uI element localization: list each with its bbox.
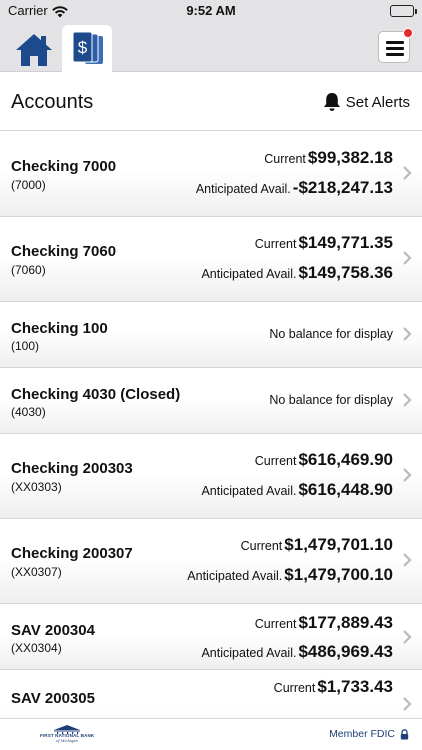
anticipated-balance: Anticipated Avail. $1,479,700.10 bbox=[187, 565, 393, 585]
anticipated-value: -$218,247.13 bbox=[292, 178, 393, 197]
current-value: $616,469.90 bbox=[298, 450, 393, 469]
account-number: (4030) bbox=[11, 405, 46, 419]
account-name: Checking 7060 bbox=[11, 243, 117, 260]
anticipated-value: $616,448.90 bbox=[298, 480, 393, 499]
member-fdic: Member FDIC bbox=[329, 728, 409, 740]
no-balance-message: No balance for display bbox=[269, 327, 393, 341]
set-alerts-button[interactable]: Set Alerts bbox=[323, 92, 410, 112]
account-number: (7060) bbox=[11, 263, 46, 277]
account-number: (100) bbox=[11, 339, 40, 353]
anticipated-balance: Anticipated Avail. $486,969.43 bbox=[201, 642, 393, 662]
current-balance: Current $99,382.18 bbox=[264, 148, 393, 168]
anticipated-label: Anticipated Avail. bbox=[201, 267, 297, 281]
current-label: Current bbox=[254, 454, 297, 468]
current-label: Current bbox=[254, 237, 297, 251]
footer: FIRST NATIONAL BANK of Michigan Member F… bbox=[0, 718, 422, 750]
nav-bar: $ bbox=[0, 22, 422, 73]
hamburger-menu-icon bbox=[386, 41, 404, 44]
lock-icon bbox=[400, 728, 409, 739]
chevron-right-icon bbox=[403, 630, 412, 644]
no-balance-message: No balance for display bbox=[269, 393, 393, 407]
current-label: Current bbox=[240, 539, 283, 553]
anticipated-label: Anticipated Avail. bbox=[187, 569, 283, 583]
chevron-right-icon bbox=[403, 327, 412, 341]
anticipated-value: $486,969.43 bbox=[298, 642, 393, 661]
home-icon bbox=[16, 34, 52, 66]
account-row[interactable]: Checking 4030 (Closed) (4030) No balance… bbox=[0, 368, 422, 434]
anticipated-balance: Anticipated Avail. $616,448.90 bbox=[201, 480, 393, 500]
anticipated-label: Anticipated Avail. bbox=[201, 484, 297, 498]
current-value: $177,889.43 bbox=[298, 613, 393, 632]
account-name: Checking 200303 bbox=[11, 460, 133, 477]
page-title: Accounts bbox=[11, 91, 94, 113]
account-row[interactable]: Checking 7000 (7000) Current $99,382.18 … bbox=[0, 132, 422, 217]
account-list: Checking 7000 (7000) Current $99,382.18 … bbox=[0, 132, 422, 718]
bank-name: FIRST NATIONAL BANK bbox=[40, 733, 95, 738]
account-name: Checking 7000 bbox=[11, 158, 117, 175]
account-row[interactable]: Checking 100 (100) No balance for displa… bbox=[0, 302, 422, 368]
anticipated-value: $149,758.36 bbox=[298, 263, 393, 282]
account-number: (XX0307) bbox=[11, 565, 62, 579]
account-row[interactable]: SAV 200305 Current $1,733.43 bbox=[0, 670, 422, 718]
page-header: Accounts Set Alerts bbox=[0, 73, 422, 131]
current-value: $99,382.18 bbox=[307, 148, 393, 167]
account-name: Checking 100 bbox=[11, 320, 108, 337]
dollar-cards-icon: $ bbox=[72, 32, 103, 64]
account-row[interactable]: SAV 200304 (XX0304) Current $177,889.43 … bbox=[0, 604, 422, 670]
current-balance: Current $177,889.43 bbox=[255, 613, 393, 633]
current-value: $1,479,701.10 bbox=[284, 535, 393, 554]
current-balance: Current $1,733.43 bbox=[274, 677, 393, 697]
account-number: (7000) bbox=[11, 178, 46, 192]
account-row[interactable]: Checking 7060 (7060) Current $149,771.35… bbox=[0, 217, 422, 302]
account-row[interactable]: Checking 200303 (XX0303) Current $616,46… bbox=[0, 434, 422, 519]
wifi-icon bbox=[52, 5, 68, 23]
home-button[interactable] bbox=[14, 32, 58, 68]
current-balance: Current $149,771.35 bbox=[255, 233, 393, 253]
account-row[interactable]: Checking 200307 (XX0307) Current $1,479,… bbox=[0, 519, 422, 604]
notification-badge bbox=[403, 28, 413, 38]
current-value: $149,771.35 bbox=[298, 233, 393, 252]
chevron-right-icon bbox=[403, 251, 412, 265]
account-number: (XX0303) bbox=[11, 480, 62, 494]
bank-subtitle: of Michigan bbox=[56, 739, 78, 743]
battery-icon bbox=[390, 5, 417, 17]
current-label: Current bbox=[254, 617, 297, 631]
bank-logo: FIRST NATIONAL BANK of Michigan bbox=[40, 725, 94, 745]
anticipated-label: Anticipated Avail. bbox=[201, 646, 297, 660]
main-menu-button[interactable] bbox=[378, 28, 413, 63]
anticipated-value: $1,479,700.10 bbox=[284, 565, 393, 584]
member-fdic-label: Member FDIC bbox=[329, 728, 395, 740]
chevron-right-icon bbox=[403, 166, 412, 180]
current-label: Current bbox=[273, 681, 316, 695]
set-alerts-label: Set Alerts bbox=[345, 93, 410, 111]
current-balance: Current $616,469.90 bbox=[255, 450, 393, 470]
account-name: Checking 200307 bbox=[11, 545, 133, 562]
account-name: Checking 4030 (Closed) bbox=[11, 386, 181, 403]
account-name: SAV 200305 bbox=[11, 690, 95, 707]
chevron-right-icon bbox=[403, 468, 412, 482]
status-bar: Carrier 9:52 AM bbox=[0, 0, 422, 22]
current-balance: Current $1,479,701.10 bbox=[241, 535, 393, 555]
current-label: Current bbox=[264, 152, 306, 166]
carrier-label: Carrier bbox=[8, 3, 48, 18]
chevron-right-icon bbox=[403, 553, 412, 567]
anticipated-balance: Anticipated Avail. -$218,247.13 bbox=[196, 178, 393, 198]
chevron-right-icon bbox=[403, 393, 412, 407]
chevron-right-icon bbox=[403, 697, 412, 711]
account-number: (XX0304) bbox=[11, 641, 62, 655]
anticipated-label: Anticipated Avail. bbox=[195, 182, 291, 196]
account-name: SAV 200304 bbox=[11, 622, 95, 639]
anticipated-balance: Anticipated Avail. $149,758.36 bbox=[201, 263, 393, 283]
current-value: $1,733.43 bbox=[317, 677, 393, 696]
accounts-tab[interactable]: $ bbox=[62, 25, 112, 73]
svg-text:$: $ bbox=[78, 38, 88, 57]
bell-icon bbox=[323, 93, 340, 111]
